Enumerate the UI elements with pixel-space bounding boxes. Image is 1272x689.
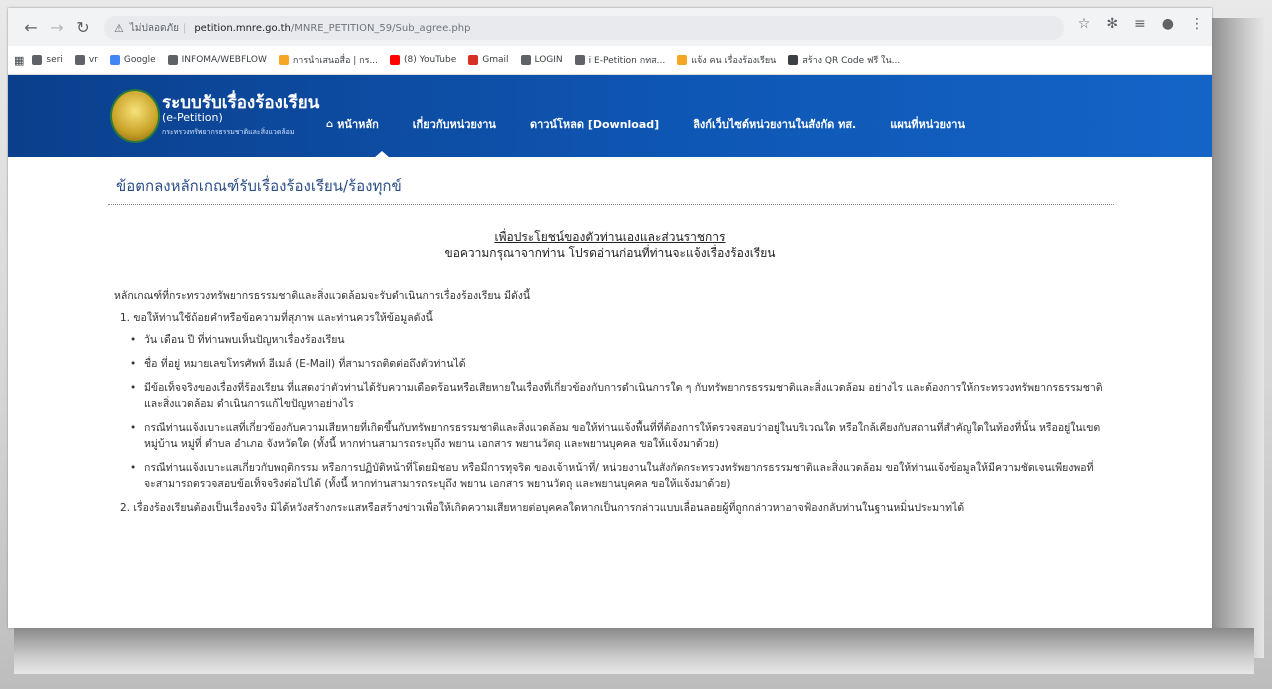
bookmark-favicon-icon <box>109 55 120 65</box>
main-nav: ⌂ หน้าหลัก เกี่ยวกับหน่วยงาน ดาวน์โหลด [D… <box>326 115 999 133</box>
list-item: กรณีท่านแจ้งเบาะแสที่เกี่ยวข้องกับความเส… <box>130 420 1104 452</box>
profile-icon[interactable]: ● <box>1162 16 1174 32</box>
bookmarks-bar: ▦ seri vr Google INFOMA/WEBFLOW การนำเสน… <box>8 46 1212 75</box>
apps-icon[interactable]: ▦ <box>14 54 24 67</box>
active-nav-indicator <box>374 151 390 158</box>
browser-toolbar: ← → ↻ ⚠ ไม่ปลอดภัย | petition.mnre.go.th… <box>8 8 1212 46</box>
bookmark-item[interactable]: สร้าง QR Code ฟรี ใน... <box>788 53 900 67</box>
rules-intro: หลักเกณฑ์ที่กระทรวงทรัพยากรธรรมชาติและสิ… <box>114 290 531 302</box>
bookmark-item[interactable]: แจ้ง คน เรื่องร้องเรียน <box>677 53 776 67</box>
site-header: ระบบรับเรื่องร้องเรียน (e-Petition) กระท… <box>8 75 1212 157</box>
list-item: วัน เดือน ปี ที่ท่านพบเห็นปัญหาเรื่องร้อ… <box>130 332 1104 348</box>
back-icon[interactable]: ← <box>18 14 44 40</box>
url-host[interactable]: petition.mnre.go.th <box>194 23 291 34</box>
rule-1: 1. ขอให้ท่านใช้ถ้อยคำหรือข้อความที่สุภาพ… <box>120 312 433 324</box>
nav-map[interactable]: แผนที่หน่วยงาน <box>890 115 965 133</box>
rule-1-bullets: วัน เดือน ปี ที่ท่านพบเห็นปัญหาเรื่องร้อ… <box>114 332 1104 492</box>
bookmark-favicon-icon <box>167 55 178 65</box>
gmail-icon <box>468 55 479 65</box>
bookmark-item[interactable]: seri <box>32 55 63 65</box>
bookmark-item[interactable]: (8) YouTube <box>390 55 456 65</box>
address-bar[interactable]: ⚠ ไม่ปลอดภัย | petition.mnre.go.th/MNRE_… <box>104 16 1064 40</box>
site-tagline: กระทรวงทรัพยากรธรรมชาติและสิ่งแวดล้อม <box>162 128 295 136</box>
nav-download[interactable]: ดาวน์โหลด [Download] <box>530 115 659 133</box>
bookmark-item[interactable]: Gmail <box>468 55 509 65</box>
nav-home[interactable]: ⌂ หน้าหลัก <box>326 115 379 133</box>
bookmark-favicon-icon <box>32 55 43 65</box>
list-item: มีข้อเท็จจริงของเรื่องที่ร้องเรียน ที่แส… <box>130 380 1104 412</box>
site-subtitle: (e-Petition) <box>162 111 223 124</box>
url-path[interactable]: /MNRE_PETITION_59/Sub_agree.php <box>291 23 471 34</box>
bookmark-favicon-icon <box>74 55 85 65</box>
kebab-menu-icon[interactable]: ⋮ <box>1190 16 1204 32</box>
list-item: กรณีท่านแจ้งเบาะแสเกี่ยวกับพฤติกรรม หรือ… <box>130 460 1104 492</box>
window-shadow-bottom <box>14 628 1254 674</box>
divider <box>108 204 1114 205</box>
browser-window: ← → ↻ ⚠ ไม่ปลอดภัย | petition.mnre.go.th… <box>8 8 1212 628</box>
rules-section: หลักเกณฑ์ที่กระทรวงทรัพยากรธรรมชาติและสิ… <box>114 288 1104 522</box>
bookmark-favicon-icon <box>574 55 585 65</box>
home-icon: ⌂ <box>326 118 334 130</box>
bookmark-favicon-icon <box>278 55 289 65</box>
qr-icon <box>788 55 799 65</box>
notice-line-2: ขอความกรุณาจากท่าน โปรดอ่านก่อนที่ท่านจะ… <box>444 246 776 260</box>
nav-agency-links[interactable]: ลิงก์เว็บไซต์หน่วยงานในสังกัด ทส. <box>693 115 856 133</box>
bookmark-item[interactable]: LOGIN <box>520 55 563 65</box>
extension-icon[interactable]: ✻ <box>1106 16 1118 32</box>
page-title: ข้อตกลงหลักเกณฑ์รับเรื่องร้องเรียน/ร้องท… <box>116 177 402 195</box>
bookmark-favicon-icon <box>677 55 688 65</box>
bookmark-item[interactable]: i E-Petition กทส... <box>574 53 665 67</box>
warning-icon[interactable]: ⚠ <box>114 22 124 35</box>
nav-about[interactable]: เกี่ยวกับหน่วยงาน <box>413 115 496 133</box>
bookmark-item[interactable]: Google <box>109 55 156 65</box>
star-icon[interactable]: ☆ <box>1078 16 1091 32</box>
rule-2: 2. เรื่องร้องเรียนต้องเป็นเรื่องจริง มิไ… <box>120 502 965 514</box>
bookmark-item[interactable]: การนำเสนอสื่อ | กร... <box>278 53 378 67</box>
reading-list-icon[interactable]: ≡ <box>1134 16 1146 32</box>
window-shadow-right <box>1212 18 1264 658</box>
forward-icon[interactable]: → <box>44 14 70 40</box>
youtube-icon <box>390 55 401 65</box>
bookmark-favicon-icon <box>520 55 531 65</box>
list-item: ชื่อ ที่อยู่ หมายเลขโทรศัพท์ อีเมล์ (E-M… <box>130 356 1104 372</box>
ministry-logo-icon[interactable] <box>110 89 160 143</box>
bookmark-item[interactable]: INFOMA/WEBFLOW <box>167 55 267 65</box>
reload-icon[interactable]: ↻ <box>70 14 96 40</box>
bookmark-item[interactable]: vr <box>74 55 98 65</box>
browser-actions: ☆ ✻ ≡ ● ⋮ <box>1078 16 1204 32</box>
security-label[interactable]: ไม่ปลอดภัย <box>130 21 179 36</box>
